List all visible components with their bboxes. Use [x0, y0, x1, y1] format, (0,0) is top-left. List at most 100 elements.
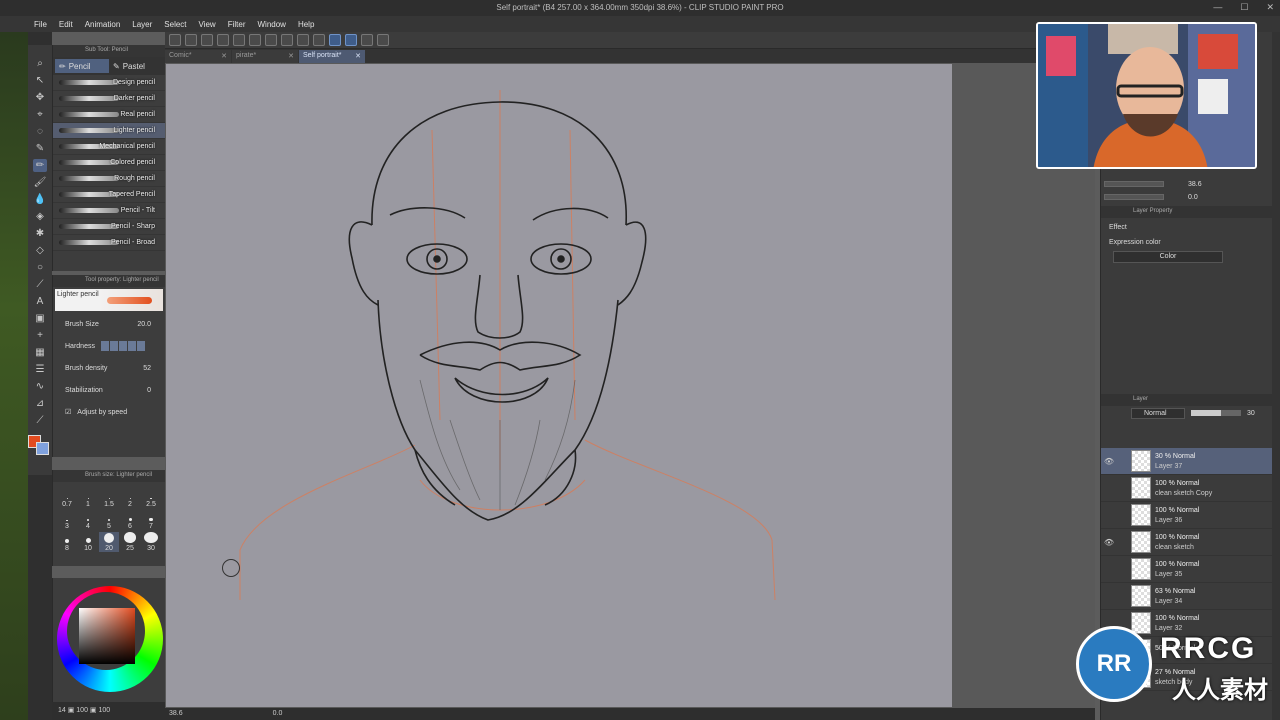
brush-size-preset[interactable]: 10 — [78, 532, 98, 552]
drawing-canvas[interactable] — [166, 64, 952, 707]
settings-icon[interactable] — [377, 34, 389, 46]
brush-size-preset[interactable]: 4 — [78, 510, 98, 530]
minimize-icon[interactable]: — — [1213, 2, 1222, 13]
opacity-value[interactable]: 30 — [1247, 410, 1255, 417]
hardness-selector[interactable] — [100, 341, 145, 351]
clip-studio-icon[interactable] — [169, 34, 181, 46]
clear-icon[interactable] — [281, 34, 293, 46]
line-tool-icon[interactable]: ∿ — [33, 380, 47, 393]
subtool-item[interactable]: Lighter pencil — [53, 123, 165, 139]
layer-row[interactable]: 👁 100 % Normal clean sketch — [1101, 529, 1272, 556]
subtool-item[interactable]: Pencil - Broad — [53, 235, 165, 251]
subtool-item[interactable]: Rough pencil — [53, 171, 165, 187]
brush-size-preset[interactable]: 8 — [57, 532, 77, 552]
gradient-tool-icon[interactable]: ▦ — [33, 346, 47, 359]
save-icon[interactable] — [217, 34, 229, 46]
correct-line-tool-icon[interactable]: ⊿ — [33, 397, 47, 410]
fill-icon[interactable] — [297, 34, 309, 46]
subtool-item[interactable]: Mechanical pencil — [53, 139, 165, 155]
subtool-item[interactable]: Colored pencil — [53, 155, 165, 171]
brush-size-preset[interactable]: 1.5 — [99, 488, 119, 508]
transform-icon[interactable] — [313, 34, 325, 46]
stabilization-row[interactable]: Stabilization 0 — [53, 379, 165, 401]
navigator-zoom-row[interactable]: 38.6 — [1104, 178, 1270, 190]
frame-tool-icon[interactable]: ▣ — [33, 312, 47, 325]
subtool-item[interactable]: Pencil - Tilt — [53, 203, 165, 219]
subtool-item[interactable]: Pencil - Sharp — [53, 219, 165, 235]
brush-size-preset[interactable]: 2 — [120, 488, 140, 508]
layer-row[interactable]: 100 % Normal Layer 36 — [1101, 502, 1272, 529]
opacity-slider[interactable] — [1191, 410, 1241, 416]
checkbox-icon[interactable]: ☑ — [65, 408, 71, 416]
brush-size-preset[interactable]: 7 — [141, 510, 161, 530]
menu-animation[interactable]: Animation — [85, 20, 121, 29]
operation-tool-icon[interactable]: ↖ — [33, 74, 47, 87]
sub-color-swatch[interactable] — [36, 442, 49, 455]
navigator-zoom-value[interactable]: 38.6 — [1188, 181, 1202, 188]
subtool-item[interactable]: Darker pencil — [53, 91, 165, 107]
brush-density-row[interactable]: Brush density 52 — [53, 357, 165, 379]
decoration-tool-icon[interactable]: ⟋ — [33, 414, 47, 427]
brush-size-preset[interactable]: 6 — [120, 510, 140, 530]
navigator-zoom-slider[interactable] — [1104, 181, 1164, 187]
snap-to-grid-icon[interactable] — [361, 34, 373, 46]
figure-tool-icon[interactable]: ○ — [33, 261, 47, 274]
brush-size-preset[interactable]: 2.5 — [141, 488, 161, 508]
menu-help[interactable]: Help — [298, 20, 314, 29]
visibility-eye-icon[interactable]: 👁 — [1101, 538, 1117, 547]
maximize-icon[interactable]: ☐ — [1240, 2, 1248, 13]
balloon-tool-icon[interactable]: ☰ — [33, 363, 47, 376]
subtool-item[interactable]: Real pencil — [53, 107, 165, 123]
angle-readout[interactable]: 0.0 — [273, 710, 283, 718]
snap-to-special-ruler-icon[interactable] — [345, 34, 357, 46]
brush-size-value[interactable]: 20.0 — [137, 321, 151, 328]
expression-color-select[interactable]: Color — [1113, 251, 1223, 263]
blend-mode-select[interactable]: Normal — [1131, 407, 1185, 419]
close-icon[interactable]: ✕ — [221, 52, 227, 60]
menu-filter[interactable]: Filter — [228, 20, 246, 29]
ruler-tool-icon[interactable]: + — [33, 329, 47, 342]
menu-select[interactable]: Select — [164, 20, 186, 29]
menu-layer[interactable]: Layer — [132, 20, 152, 29]
subtool-item[interactable]: Tapered Pencil — [53, 187, 165, 203]
snap-to-ruler-icon[interactable] — [329, 34, 341, 46]
new-icon[interactable] — [185, 34, 197, 46]
pen-tool-icon[interactable]: ✎ — [33, 142, 47, 155]
menu-window[interactable]: Window — [258, 20, 286, 29]
zoom-readout[interactable]: 38.6 — [169, 710, 183, 718]
airbrush-tool-icon[interactable]: ✱ — [33, 227, 47, 240]
stabilization-value[interactable]: 0 — [147, 387, 151, 394]
saturation-value-square[interactable] — [79, 608, 135, 664]
menu-edit[interactable]: Edit — [59, 20, 73, 29]
eraser-tool-icon[interactable]: ◇ — [33, 244, 47, 257]
brush-tool-icon[interactable]: 🖌 — [33, 176, 47, 189]
hardness-row[interactable]: Hardness — [53, 335, 165, 357]
redo-icon[interactable] — [249, 34, 261, 46]
navigator-angle-slider[interactable] — [1104, 194, 1164, 200]
move-tool-icon[interactable]: ✥ — [33, 91, 47, 104]
lasso-tool-icon[interactable]: ◌ — [33, 125, 47, 138]
brush-size-preset[interactable]: 5 — [99, 510, 119, 530]
undo-icon[interactable] — [233, 34, 245, 46]
close-icon[interactable]: ✕ — [355, 52, 361, 60]
fill-tool-icon[interactable]: ◈ — [33, 210, 47, 223]
brush-density-value[interactable]: 52 — [143, 365, 151, 372]
layer-row[interactable]: 100 % Normal Layer 35 — [1101, 556, 1272, 583]
subtool-group-pastel[interactable]: ✎ Pastel — [109, 59, 163, 73]
brush-size-preset[interactable]: 25 — [120, 532, 140, 552]
loading-icon[interactable] — [265, 34, 277, 46]
transform-tool-icon[interactable]: ⌖ — [33, 108, 47, 121]
layer-row[interactable]: 63 % Normal Layer 34 — [1101, 583, 1272, 610]
tab-comic[interactable]: Comic* ✕ — [165, 50, 231, 63]
navigator-angle-value[interactable]: 0.0 — [1188, 194, 1198, 201]
text-tool-icon[interactable]: A — [33, 295, 47, 308]
brush-size-preset[interactable]: 1 — [78, 488, 98, 508]
navigator-angle-row[interactable]: 0.0 — [1104, 191, 1270, 203]
brush-size-row[interactable]: Brush Size 20.0 — [53, 313, 165, 335]
subtool-item[interactable]: Design pencil — [53, 75, 165, 91]
visibility-eye-icon[interactable]: 👁 — [1101, 457, 1117, 466]
menu-file[interactable]: File — [34, 20, 47, 29]
eyedropper-tool-icon[interactable]: ⟋ — [33, 278, 47, 291]
adjust-by-speed-row[interactable]: ☑ Adjust by speed — [53, 401, 165, 423]
close-icon[interactable]: ✕ — [1266, 2, 1274, 13]
